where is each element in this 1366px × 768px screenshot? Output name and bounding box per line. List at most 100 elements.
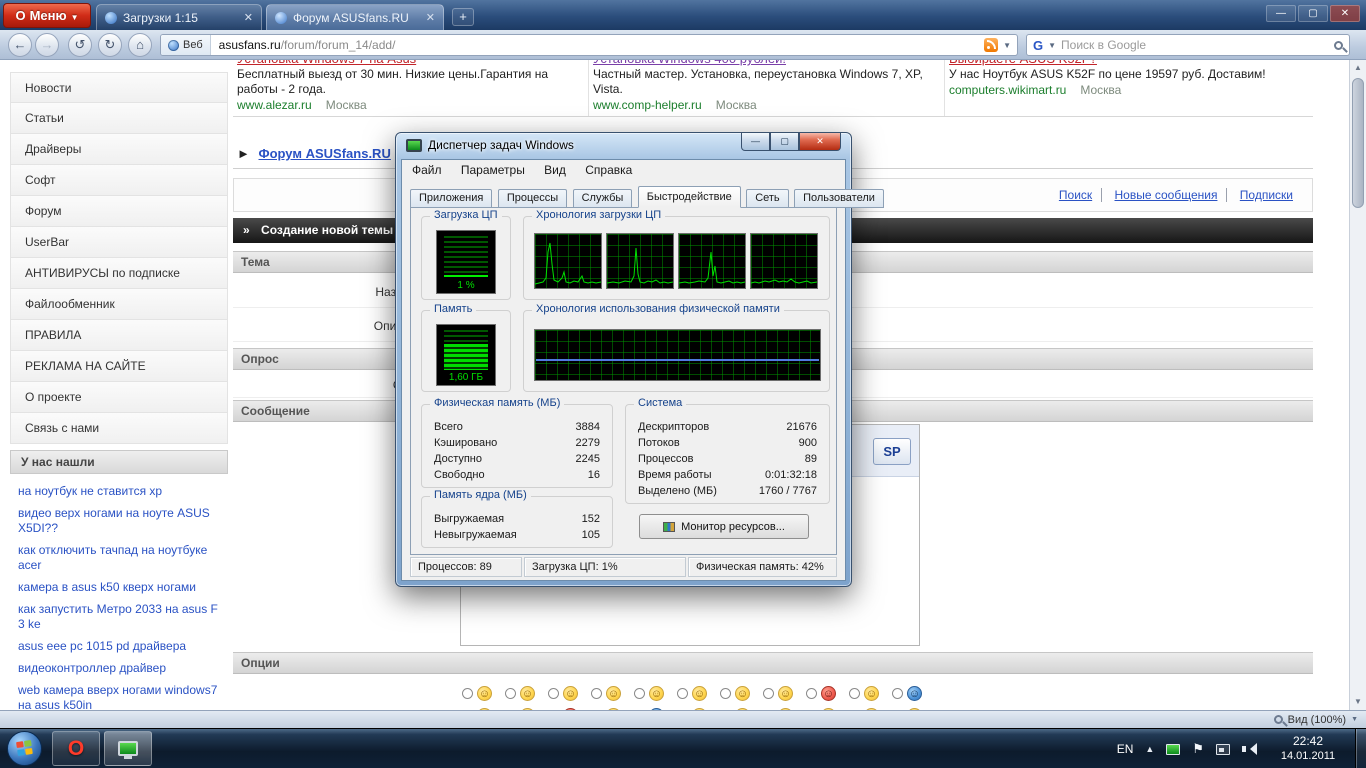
show-desktop-button[interactable] (1355, 729, 1366, 768)
smiley-radio[interactable] (462, 687, 473, 699)
sidebar-item-drivers[interactable]: Драйверы (10, 134, 228, 165)
sidebar-item-fileshare[interactable]: Файлообменник (10, 289, 228, 320)
action-center-icon[interactable]: ⚑ (1192, 741, 1204, 757)
tab-downloads[interactable]: Загрузки 1:15 ✕ (96, 4, 262, 30)
tab-close-icon[interactable]: ✕ (244, 11, 253, 24)
task-manager-titlebar[interactable]: Диспетчер задач Windows (406, 138, 574, 152)
sidebar-item-about[interactable]: О проекте (10, 382, 228, 413)
window-minimize-button[interactable]: — (1266, 5, 1296, 22)
zoom-control[interactable]: Вид (100%) ▼ (1273, 711, 1358, 728)
smiley-radio[interactable] (591, 687, 602, 699)
link-search[interactable]: Поиск (1049, 188, 1103, 202)
rss-icon[interactable] (984, 38, 999, 52)
home-button[interactable]: ⌂ (128, 33, 152, 57)
scrollbar[interactable]: ▲ ▼ (1349, 60, 1366, 710)
sidebar-item-advert[interactable]: РЕКЛАМА НА САЙТЕ (10, 351, 228, 382)
found-link[interactable]: камера в asus k50 кверх ногами (18, 580, 220, 595)
smiley-radio[interactable] (849, 687, 860, 699)
tab-services[interactable]: Службы (572, 189, 633, 208)
smiley-radio[interactable] (720, 687, 731, 699)
tab-applications[interactable]: Приложения (410, 189, 493, 208)
task-manager-tray-icon[interactable] (1166, 743, 1181, 755)
tray-expand-icon[interactable]: ▲ (1145, 744, 1154, 754)
taskbar-task-manager-button[interactable] (104, 731, 152, 766)
spellcheck-button[interactable]: SP (873, 438, 911, 465)
sidebar-item-userbar[interactable]: UserBar (10, 227, 228, 258)
menu-help[interactable]: Справка (577, 160, 640, 180)
window-maximize-button[interactable]: ▢ (770, 133, 799, 151)
smiley-radio[interactable] (763, 687, 774, 699)
chevron-down-icon[interactable]: ▼ (1003, 41, 1011, 50)
found-link[interactable]: на ноутбук не ставится xp (18, 484, 220, 499)
scrollbar-thumb[interactable] (1352, 78, 1364, 208)
sidebar-item-forum[interactable]: Форум (10, 196, 228, 227)
found-link[interactable]: asus eee pc 1015 pd драйвера (18, 639, 220, 654)
forward-button[interactable]: → (35, 33, 59, 57)
language-indicator[interactable]: EN (1117, 742, 1134, 756)
address-url[interactable]: asusfans.ru/forum/forum_14/add/ (219, 38, 396, 52)
taskbar-clock[interactable]: 22:42 14.01.2011 (1266, 733, 1350, 763)
sidebar-item-news[interactable]: Новости (10, 72, 228, 103)
chevron-down-icon[interactable]: ▼ (1048, 41, 1056, 50)
cpu-history-group: Хронология загрузки ЦП (523, 209, 830, 300)
menu-view[interactable]: Вид (536, 160, 574, 180)
ad-url[interactable]: www.alezar.ru (237, 98, 312, 112)
link-new-messages[interactable]: Новые сообщения (1105, 188, 1228, 202)
window-minimize-button[interactable]: — (741, 133, 770, 151)
found-link[interactable]: как отключить тачпад на ноутбуке acer (18, 543, 220, 573)
ad-block[interactable]: Установка Windows 7 на Asus Бесплатный в… (233, 60, 589, 116)
ad-title[interactable]: Установка Windows 7 на Asus (237, 60, 576, 66)
task-manager-body: Файл Параметры Вид Справка Приложения Пр… (401, 159, 884, 581)
resource-monitor-button[interactable]: Монитор ресурсов... (639, 514, 809, 539)
address-bar[interactable]: Веб asusfans.ru/forum/forum_14/add/ ▼ (160, 34, 1018, 56)
scroll-up-icon[interactable]: ▲ (1350, 60, 1366, 76)
tab-users[interactable]: Пользователи (794, 189, 884, 208)
ad-block[interactable]: Установка Windows 400 рублей! Частный ма… (589, 60, 945, 116)
taskbar-opera-button[interactable]: O (52, 731, 100, 766)
window-close-button[interactable]: ✕ (799, 133, 841, 151)
found-link[interactable]: видео верх ногами на ноуте ASUS X5DI?? (18, 506, 220, 536)
found-link[interactable]: видеоконтроллер драйвер (18, 661, 220, 676)
sidebar-item-antivirus[interactable]: АНТИВИРУСЫ по подписке (10, 258, 228, 289)
web-badge[interactable]: Веб (161, 35, 211, 55)
tab-processes[interactable]: Процессы (497, 189, 568, 208)
ad-title[interactable]: Выбираете ASUS K52F? (949, 60, 1289, 66)
smiley-radio[interactable] (677, 687, 688, 699)
rewind-button[interactable]: ↺ (68, 33, 92, 57)
search-icon[interactable] (1334, 40, 1343, 50)
tab-forum-asusfans[interactable]: Форум ASUSfans.RU ✕ (266, 4, 444, 30)
menu-options[interactable]: Параметры (453, 160, 533, 180)
ad-url[interactable]: computers.wikimart.ru (949, 83, 1066, 97)
smiley-radio[interactable] (548, 687, 559, 699)
ad-block[interactable]: Выбираете ASUS K52F? У нас Ноутбук ASUS … (945, 60, 1301, 116)
sidebar-item-soft[interactable]: Софт (10, 165, 228, 196)
found-link[interactable]: web камера вверх ногами windows7 на asus… (18, 683, 220, 710)
opera-menu-button[interactable]: O Меню ▼ (3, 3, 91, 28)
smiley-radio[interactable] (505, 687, 516, 699)
new-tab-button[interactable]: + (452, 8, 474, 26)
tab-network[interactable]: Сеть (746, 189, 789, 208)
ad-url[interactable]: www.comp-helper.ru (593, 98, 702, 112)
sidebar-item-articles[interactable]: Статьи (10, 103, 228, 134)
sidebar-item-contact[interactable]: Связь с нами (10, 413, 228, 444)
window-close-button[interactable]: ✕ (1330, 5, 1360, 22)
smiley-radio[interactable] (806, 687, 817, 699)
tab-close-icon[interactable]: ✕ (426, 11, 435, 24)
back-button[interactable]: ← (8, 33, 32, 57)
ad-title[interactable]: Установка Windows 400 рублей! (593, 60, 932, 66)
found-link[interactable]: как запустить Метро 2033 на asus F 3 ke (18, 602, 220, 632)
window-maximize-button[interactable]: ▢ (1298, 5, 1328, 22)
search-box[interactable]: G ▼ Поиск в Google (1026, 34, 1350, 56)
scroll-down-icon[interactable]: ▼ (1350, 694, 1366, 710)
smiley-radio[interactable] (892, 687, 903, 699)
network-icon[interactable] (1216, 743, 1230, 755)
reload-button[interactable]: ↻ (98, 33, 122, 57)
breadcrumb-link[interactable]: Форум ASUSfans.RU (259, 146, 391, 161)
link-subscriptions[interactable]: Подписки (1231, 188, 1302, 202)
tab-performance[interactable]: Быстродействие (637, 186, 741, 208)
volume-icon[interactable] (1242, 743, 1257, 755)
start-button[interactable] (7, 731, 42, 766)
smiley-radio[interactable] (634, 687, 645, 699)
menu-file[interactable]: Файл (404, 160, 450, 180)
sidebar-item-rules[interactable]: ПРАВИЛА (10, 320, 228, 351)
